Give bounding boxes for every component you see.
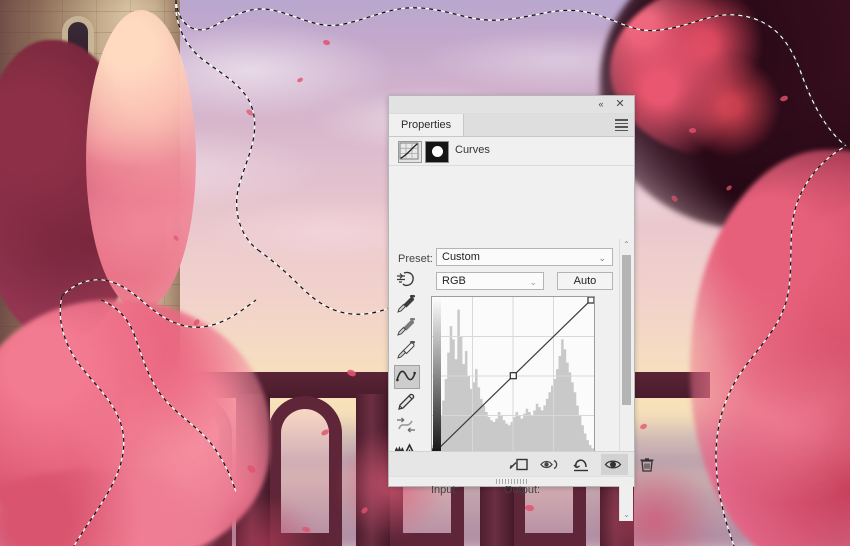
- curves-graph-area[interactable]: [431, 296, 595, 456]
- layer-mask-thumbnail[interactable]: [425, 141, 449, 163]
- scroll-up-arrow-icon[interactable]: ⌃: [620, 239, 633, 251]
- preset-dropdown[interactable]: Custom ⌄: [436, 248, 613, 266]
- gray-point-eyedropper-icon[interactable]: [394, 316, 418, 338]
- delete-layer-button[interactable]: [635, 454, 662, 475]
- adjustment-header: Curves: [389, 137, 634, 166]
- auto-button[interactable]: Auto: [557, 272, 613, 290]
- panel-body: Preset: Custom ⌄ RGB ⌄ Auto Input: Outpu…: [389, 166, 634, 521]
- scrollbar-thumb[interactable]: [622, 255, 631, 405]
- scroll-down-arrow-icon[interactable]: ⌄: [620, 509, 633, 521]
- preset-label: Preset:: [398, 253, 433, 265]
- properties-panel[interactable]: « ✕ Properties Curves Preset: Custom ⌄ R…: [388, 95, 654, 521]
- preset-value: Custom: [442, 251, 480, 263]
- panel-tabstrip: Properties: [389, 114, 634, 137]
- chevron-down-icon: ⌄: [598, 253, 606, 263]
- panel-footer-toolbar: [389, 451, 654, 477]
- panel-titlebar[interactable]: « ✕: [389, 96, 634, 114]
- photoshop-canvas: « ✕ Properties Curves Preset: Custom ⌄ R…: [0, 0, 850, 546]
- panel-resize-grip[interactable]: [389, 476, 634, 486]
- white-point-eyedropper-icon[interactable]: [394, 339, 418, 361]
- pencil-tool-icon[interactable]: [394, 391, 418, 413]
- view-previous-state-button[interactable]: [537, 454, 564, 475]
- curves-adjustment-icon[interactable]: [398, 141, 422, 163]
- output-gradient-strip: [433, 298, 441, 456]
- toggle-visibility-button[interactable]: [601, 454, 628, 475]
- black-point-eyedropper-icon[interactable]: [394, 293, 418, 315]
- curve-point-tool-icon[interactable]: [394, 365, 420, 389]
- panel-menu-icon[interactable]: [615, 119, 628, 131]
- chevron-down-icon: ⌄: [529, 277, 537, 287]
- adjustment-title: Curves: [455, 144, 490, 156]
- tab-properties[interactable]: Properties: [389, 114, 465, 136]
- double-chevron-left-icon[interactable]: «: [594, 98, 608, 111]
- reset-button[interactable]: [569, 454, 596, 475]
- smooth-curve-icon[interactable]: [394, 414, 418, 436]
- close-icon[interactable]: ✕: [613, 97, 627, 111]
- curve-plot[interactable]: [431, 296, 595, 456]
- channel-dropdown[interactable]: RGB ⌄: [436, 272, 544, 290]
- channel-value: RGB: [442, 275, 466, 287]
- clip-to-layer-button[interactable]: [505, 454, 532, 475]
- curves-tool-column: [389, 266, 423, 461]
- target-adjustment-tool-icon[interactable]: [394, 268, 418, 290]
- curves-graph[interactable]: [431, 296, 595, 456]
